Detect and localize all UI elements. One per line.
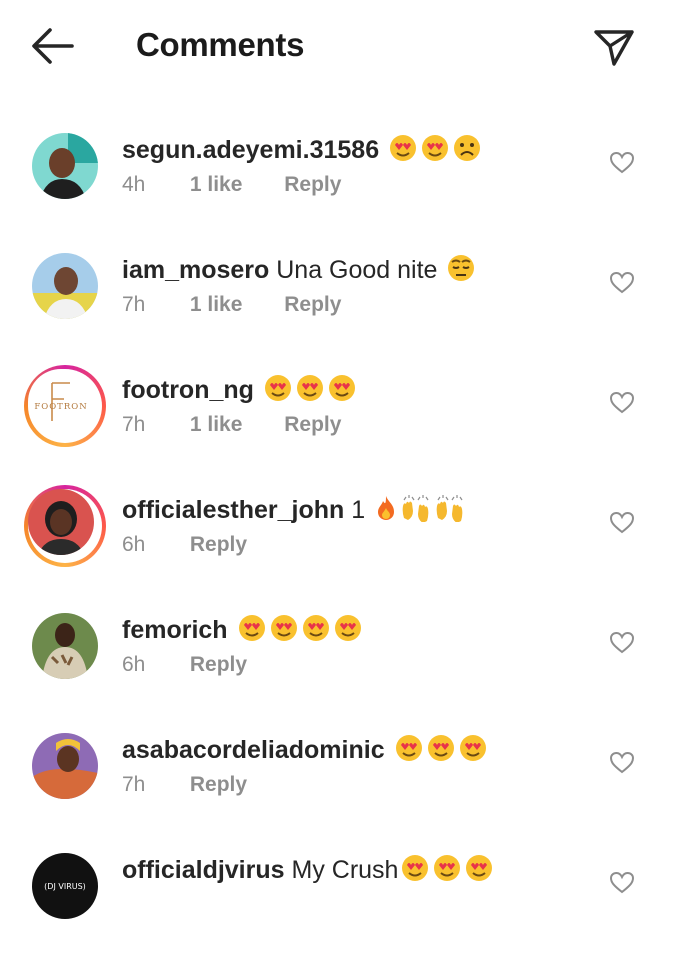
comment-text: femorich (122, 613, 363, 647)
comment-time: 7h (122, 293, 146, 316)
comment-username[interactable]: officialdjvirus (122, 856, 285, 884)
avatar (28, 489, 94, 555)
comment-item: (DJ VIRUS) officialdjvirus My Crush (0, 853, 674, 973)
avatar[interactable] (32, 733, 98, 799)
heart-eyes-emoji-icon (427, 735, 454, 761)
comment-item: segun.adeyemi.31586 4h 1 like Reply (0, 133, 674, 253)
avatar-story-ring[interactable]: FOOTRON (24, 365, 106, 447)
comment-time: 6h (122, 533, 146, 556)
heart-icon[interactable] (609, 271, 635, 295)
raised-hands-emoji-icon (436, 495, 463, 522)
heart-eyes-emoji-icon (238, 615, 265, 641)
comment-item: femorich 6h Reply (0, 613, 674, 733)
heart-eyes-emoji-icon (466, 855, 493, 881)
reply-button[interactable]: Reply (190, 533, 247, 556)
comment-username[interactable]: segun.adeyemi.31586 (122, 136, 379, 164)
comment-text: footron_ng (122, 373, 357, 407)
comment-time: 7h (122, 413, 146, 436)
comment-text: officialesther_john 1 (122, 493, 466, 527)
comment-text: segun.adeyemi.31586 (122, 133, 482, 167)
comment-item: iam_mosero Una Good nite 7h 1 like Reply (0, 253, 674, 373)
heart-eyes-emoji-icon (459, 735, 486, 761)
reply-button[interactable]: Reply (284, 293, 341, 316)
comment-username[interactable]: officialesther_john (122, 496, 344, 524)
footron-logo-text: FOOTRON (34, 402, 87, 412)
avatar[interactable] (32, 133, 98, 199)
avatar: FOOTRON (28, 369, 94, 435)
reply-button[interactable]: Reply (284, 173, 341, 196)
avatar-story-ring[interactable] (24, 485, 106, 567)
comment-username[interactable]: footron_ng (122, 376, 254, 404)
comment-likes[interactable]: 1 like (190, 293, 243, 317)
comment-text: officialdjvirus My Crush (122, 853, 494, 887)
frown-emoji-icon (454, 135, 481, 161)
raised-hands-emoji-icon (402, 495, 429, 522)
comment-likes[interactable]: 1 like (190, 173, 243, 197)
heart-eyes-emoji-icon (390, 135, 417, 161)
comment-body: Una Good nite (269, 256, 438, 284)
reply-button[interactable]: Reply (190, 773, 247, 796)
comment-item: asabacordeliadominic 7h Reply (0, 733, 674, 853)
heart-eyes-emoji-icon (270, 615, 297, 641)
comment-likes[interactable]: 1 like (190, 413, 243, 437)
comment-meta: 4h 1 like Reply (122, 173, 341, 197)
heart-eyes-emoji-icon (334, 615, 361, 641)
heart-eyes-emoji-icon (434, 855, 461, 881)
heart-eyes-emoji-icon (296, 375, 323, 401)
comment-username[interactable]: asabacordeliadominic (122, 736, 385, 764)
heart-icon[interactable] (609, 751, 635, 775)
comment-text: asabacordeliadominic (122, 733, 488, 767)
heart-icon[interactable] (609, 391, 635, 415)
comment-time: 7h (122, 773, 146, 796)
fire-emoji-icon (378, 496, 395, 520)
heart-icon[interactable] (609, 871, 635, 895)
heart-icon[interactable] (609, 151, 635, 175)
comment-meta: 7h 1 like Reply (122, 293, 341, 317)
reply-button[interactable]: Reply (284, 413, 341, 436)
comment-username[interactable]: femorich (122, 616, 228, 644)
heart-eyes-emoji-icon (264, 375, 291, 401)
heart-icon[interactable] (609, 631, 635, 655)
avatar[interactable] (32, 613, 98, 679)
heart-icon[interactable] (609, 511, 635, 535)
comment-item: officialesther_john 1 6h Reply (0, 485, 674, 613)
reply-button[interactable]: Reply (190, 653, 247, 676)
comment-body: My Crush (284, 856, 399, 884)
comment-meta: 6h Reply (122, 533, 247, 557)
page-title: Comments (136, 26, 305, 63)
comment-meta: 7h Reply (122, 773, 247, 797)
comment-body: 1 (344, 496, 366, 524)
comment-meta: 6h Reply (122, 653, 247, 677)
comment-item: FOOTRON footron_ng 7h 1 like Reply (0, 365, 674, 493)
comment-time: 4h (122, 173, 146, 196)
comment-time: 6h (122, 653, 146, 676)
avatar[interactable] (32, 253, 98, 319)
heart-eyes-emoji-icon (402, 855, 429, 881)
weary-emoji-icon (448, 255, 475, 281)
back-arrow-icon[interactable] (28, 24, 76, 68)
heart-eyes-emoji-icon (395, 735, 422, 761)
comment-username[interactable]: iam_mosero (122, 256, 269, 284)
send-icon[interactable] (590, 24, 638, 70)
comment-text: iam_mosero Una Good nite (122, 253, 476, 287)
heart-eyes-emoji-icon (328, 375, 355, 401)
djvirus-logo-text: (DJ VIRUS) (44, 882, 86, 891)
comments-header: Comments (0, 0, 674, 92)
avatar[interactable]: (DJ VIRUS) (32, 853, 98, 919)
heart-eyes-emoji-icon (302, 615, 329, 641)
heart-eyes-emoji-icon (422, 135, 449, 161)
comment-meta: 7h 1 like Reply (122, 413, 341, 437)
